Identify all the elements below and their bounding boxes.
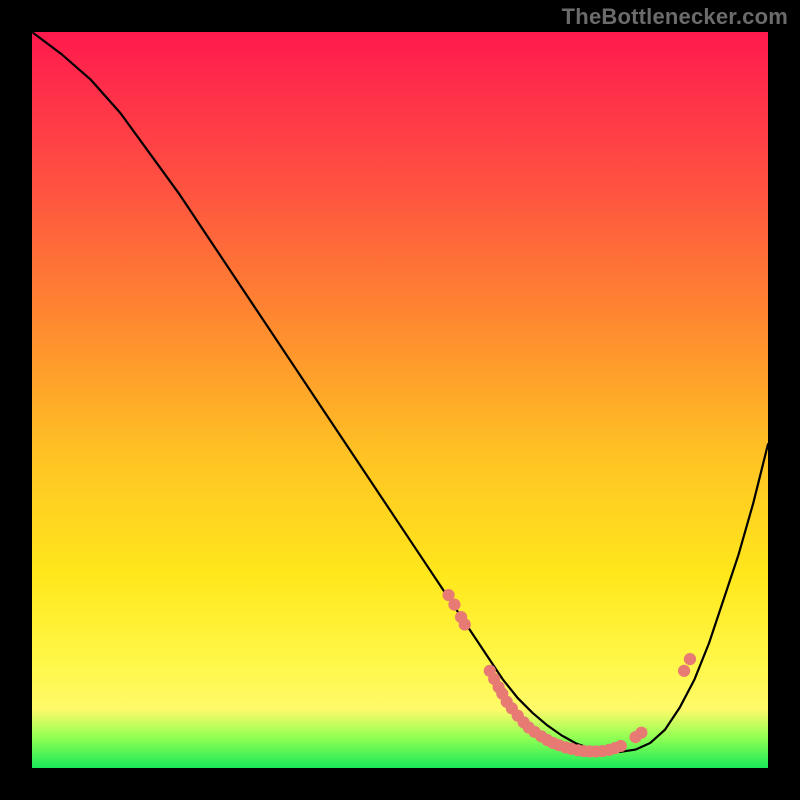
- data-marker: [459, 619, 470, 630]
- chart-svg: [32, 32, 768, 768]
- data-marker: [449, 599, 460, 610]
- data-markers: [443, 589, 696, 757]
- data-marker: [636, 727, 647, 738]
- data-marker: [679, 665, 690, 676]
- plot-area: [32, 32, 768, 768]
- attribution-label: TheBottlenecker.com: [562, 4, 788, 30]
- bottleneck-curve: [32, 32, 768, 752]
- data-marker: [684, 653, 695, 664]
- chart-wrapper: TheBottlenecker.com: [0, 0, 800, 800]
- data-marker: [615, 740, 626, 751]
